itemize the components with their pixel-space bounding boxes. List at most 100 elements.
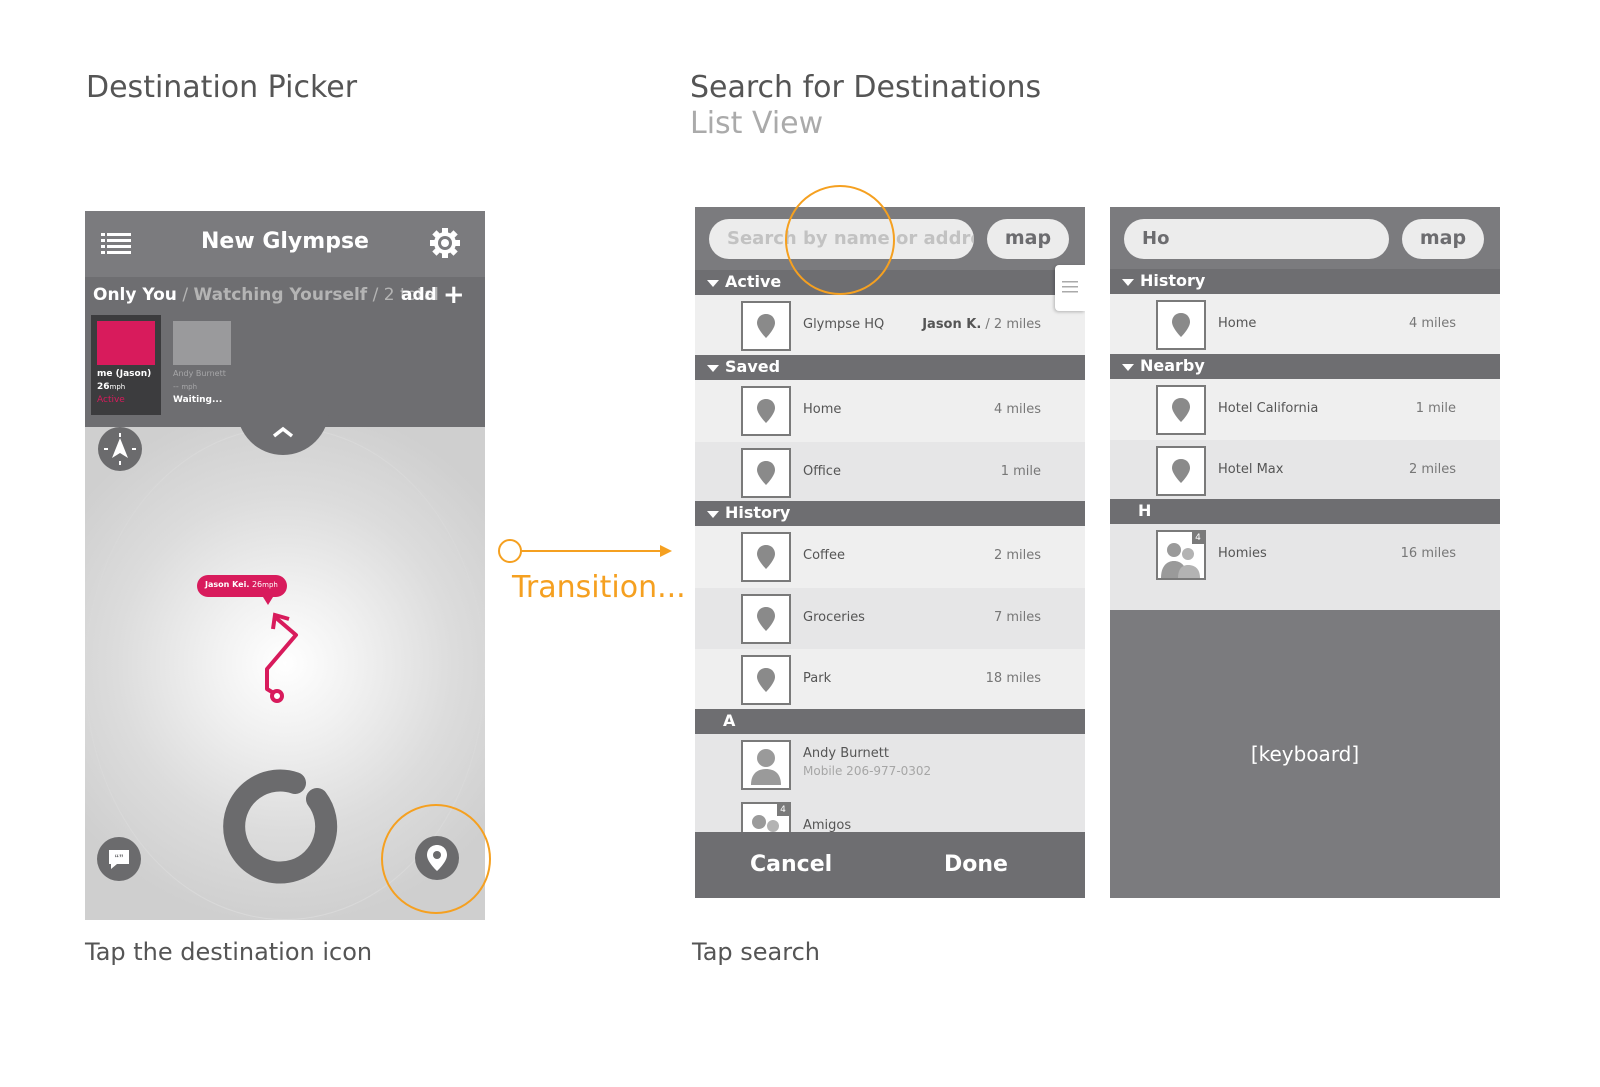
- route-path: [265, 612, 298, 703]
- item-label: Hotel Max: [1218, 462, 1284, 477]
- keyboard-area[interactable]: [keyboard]: [1110, 610, 1500, 898]
- watcher-name: me (Jason): [97, 369, 152, 379]
- list-item[interactable]: Office 1 mile: [695, 442, 1085, 504]
- pin-icon: [741, 301, 791, 351]
- keyboard-placeholder: [keyboard]: [1250, 742, 1360, 766]
- tap-highlight-destination: [381, 804, 491, 914]
- pin-icon: [1156, 300, 1206, 350]
- compass-icon[interactable]: [98, 427, 142, 471]
- message-icon[interactable]: “”: [97, 837, 141, 881]
- person-icon: [741, 740, 791, 790]
- section-header-a: A: [695, 709, 1085, 734]
- list-item[interactable]: Andy Burnett Mobile 206-977-0302: [695, 734, 1085, 796]
- watcher-speed: -- mph: [173, 382, 198, 391]
- watcher-speed: 26mph: [97, 382, 126, 392]
- group-icon: 4: [1156, 530, 1206, 580]
- add-label: add: [401, 285, 437, 305]
- count-badge: 4: [1192, 532, 1204, 544]
- watch-summary: Only You / Watching Yourself / 2 total: [93, 285, 439, 305]
- pin-icon: [1156, 385, 1206, 435]
- item-distance: 1 mile: [1000, 464, 1041, 479]
- map-button[interactable]: map: [987, 219, 1069, 259]
- list-item[interactable]: Hotel California 1 mile: [1110, 379, 1500, 441]
- item-distance: Jason K. / 2 miles: [922, 317, 1041, 332]
- section-header-saved[interactable]: Saved: [695, 355, 1085, 380]
- item-distance: 16 miles: [1400, 546, 1456, 561]
- item-label: Home: [1218, 316, 1257, 331]
- right-caption: Tap search: [692, 938, 820, 966]
- list-item[interactable]: Home 4 miles: [695, 380, 1085, 442]
- item-label: Hotel California: [1218, 401, 1319, 416]
- item-label: Park: [803, 671, 832, 686]
- search-input[interactable]: Ho: [1124, 219, 1389, 259]
- item-distance: 7 miles: [993, 610, 1041, 625]
- transition-label: Transition...: [512, 570, 686, 605]
- watcher-card-waiting[interactable]: Andy Burnett -- mph Waiting...: [169, 315, 239, 415]
- watcher-name: Andy Burnett: [173, 369, 226, 378]
- watcher-card-active[interactable]: me (Jason) 26mph Active: [91, 315, 161, 415]
- section-header-nearby[interactable]: Nearby: [1110, 354, 1500, 379]
- search-list-screen: Search by name or address map Active Gly…: [695, 207, 1085, 898]
- pin-icon: [741, 532, 791, 582]
- map-button[interactable]: map: [1402, 219, 1484, 259]
- item-subtitle: Mobile 206-977-0302: [803, 764, 932, 778]
- search-results-screen: Ho map History Home 4 miles Nearby Hotel…: [1110, 207, 1500, 898]
- marker-pointer: [263, 597, 273, 605]
- pin-icon: [741, 448, 791, 498]
- list-item[interactable]: Home 4 miles: [1110, 294, 1500, 356]
- section-header-h: H: [1110, 499, 1500, 524]
- watcher-avatar: [173, 321, 231, 365]
- item-distance: 18 miles: [985, 671, 1041, 686]
- item-label: Homies: [1218, 546, 1267, 561]
- watching-yourself-tab[interactable]: Watching Yourself: [193, 285, 367, 305]
- only-you-tab[interactable]: Only You: [93, 285, 177, 305]
- list-item[interactable]: Coffee 2 miles: [695, 526, 1085, 588]
- item-label: Groceries: [803, 610, 865, 625]
- tap-highlight-search: [785, 185, 895, 295]
- watch-separator: /: [367, 285, 384, 305]
- done-button[interactable]: Done: [944, 852, 1008, 877]
- pin-icon: [741, 386, 791, 436]
- cancel-button[interactable]: Cancel: [750, 852, 832, 877]
- section-header-history[interactable]: History: [1110, 269, 1500, 294]
- item-label: Coffee: [803, 548, 845, 563]
- right-heading: Search for Destinations: [690, 70, 1042, 105]
- watcher-status: Waiting...: [173, 395, 223, 405]
- list-item[interactable]: Park 18 miles: [695, 649, 1085, 711]
- map-marker-label[interactable]: Jason Kei. 26mph: [197, 575, 287, 597]
- section-header-active[interactable]: Active: [695, 270, 1085, 295]
- item-distance: 4 miles: [993, 402, 1041, 417]
- pin-icon: [741, 594, 791, 644]
- item-label: Andy Burnett: [803, 746, 889, 761]
- svg-text:“”: “”: [115, 853, 124, 863]
- bottom-action-bar: Cancel Done: [695, 832, 1085, 898]
- add-button[interactable]: add +: [401, 280, 465, 310]
- item-label: Office: [803, 464, 841, 479]
- list-icon: [1062, 281, 1078, 293]
- list-item[interactable]: Hotel Max 2 miles: [1110, 440, 1500, 502]
- item-distance: 1 mile: [1415, 401, 1456, 416]
- section-header-history[interactable]: History: [695, 501, 1085, 526]
- screen-title: New Glympse: [201, 229, 369, 254]
- watch-separator: /: [176, 285, 194, 305]
- glympse-ring-button[interactable]: [221, 767, 341, 887]
- transition-arrow: [498, 539, 672, 563]
- item-label: Glympse HQ: [803, 317, 885, 332]
- pin-icon: [741, 655, 791, 705]
- watcher-status: Active: [97, 395, 125, 405]
- left-heading: Destination Picker: [86, 70, 358, 105]
- list-item[interactable]: Groceries 7 miles: [695, 588, 1085, 650]
- left-caption: Tap the destination icon: [85, 938, 373, 966]
- plus-icon: +: [442, 280, 465, 310]
- list-item[interactable]: 4 Homies 16 miles: [1110, 524, 1500, 610]
- app-header: New Glympse: [85, 211, 485, 277]
- list-view-toggle[interactable]: [1055, 265, 1085, 311]
- count-badge: 4: [777, 804, 789, 816]
- right-subheading: List View: [690, 106, 824, 141]
- item-distance: 2 miles: [993, 548, 1041, 563]
- pin-icon: [1156, 446, 1206, 496]
- item-label: Amigos: [803, 818, 852, 833]
- list-item[interactable]: Glympse HQ Jason K. / 2 miles: [695, 295, 1085, 357]
- watcher-avatar: [97, 321, 155, 365]
- gear-icon[interactable]: [429, 227, 461, 259]
